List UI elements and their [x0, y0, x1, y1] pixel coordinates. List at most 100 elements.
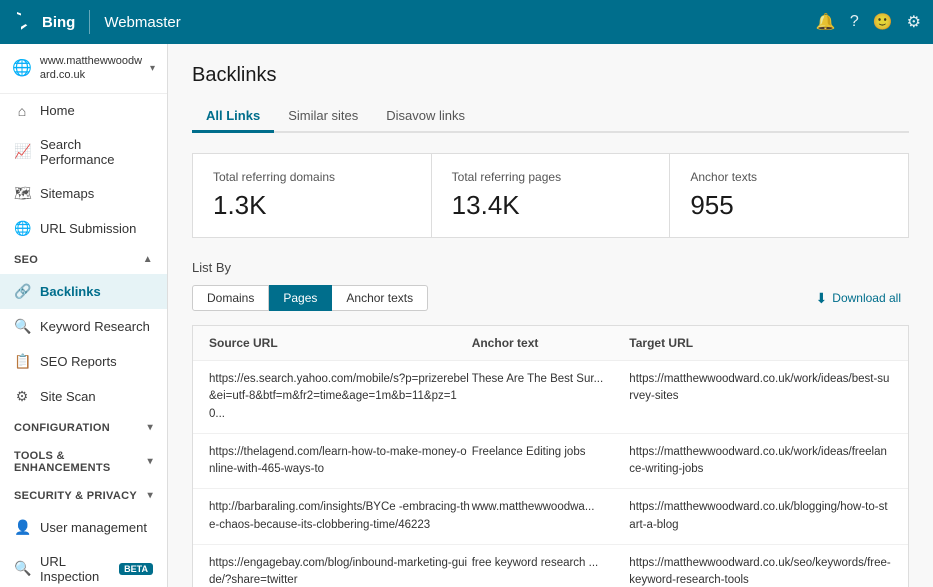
td-anchor-text-2: www.matthewwoodwa...: [472, 499, 630, 516]
tab-similar-sites[interactable]: Similar sites: [274, 101, 372, 133]
url-inspection-icon: 🔍: [14, 560, 30, 577]
user-management-icon: 👤: [14, 519, 30, 536]
sidebar-item-url-submission-label: URL Submission: [40, 221, 136, 236]
sidebar-item-backlinks[interactable]: 🔗 Backlinks: [0, 274, 167, 309]
sidebar-item-url-submission[interactable]: 🌐 URL Submission: [0, 211, 167, 246]
seo-section-header[interactable]: SEO ▲: [0, 246, 167, 274]
seo-reports-icon: 📋: [14, 353, 30, 370]
topbar-icons: 🔔 ? 🙂 ⚙: [816, 12, 921, 32]
btn-anchor-texts[interactable]: Anchor texts: [332, 285, 428, 311]
beta-badge: BETA: [119, 563, 153, 575]
tools-chevron-icon: ▾: [148, 456, 153, 467]
sidebar-item-search-performance[interactable]: 📈 Search Performance: [0, 128, 167, 176]
th-target-url: Target URL: [629, 336, 892, 350]
sidebar-item-user-management-label: User management: [40, 520, 147, 535]
stat-referring-pages-label: Total referring pages: [452, 170, 650, 184]
bell-icon[interactable]: 🔔: [816, 12, 836, 32]
table-row: https://thelagend.com/learn-how-to-make-…: [193, 434, 908, 490]
sidebar-item-site-scan-label: Site Scan: [40, 389, 96, 404]
td-target-url-1: https://matthewwoodward.co.uk/work/ideas…: [629, 444, 892, 479]
table-header: Source URL Anchor text Target URL: [193, 326, 908, 361]
content-area: Backlinks All Links Similar sites Disavo…: [168, 44, 933, 587]
sidebar-item-sitemaps-label: Sitemaps: [40, 186, 94, 201]
backlinks-icon: 🔗: [14, 283, 30, 300]
sidebar-item-user-management[interactable]: 👤 User management: [0, 510, 167, 545]
sidebar-item-sitemaps[interactable]: 🗺 Sitemaps: [0, 176, 167, 211]
table-row: https://es.search.yahoo.com/mobile/s?p=p…: [193, 361, 908, 434]
td-anchor-text-3: free keyword research ...: [472, 555, 630, 572]
td-anchor-text-1: Freelance Editing jobs: [472, 444, 630, 461]
download-all-button[interactable]: ⬇ Download all: [808, 286, 909, 311]
th-source-url: Source URL: [209, 336, 472, 350]
list-by-label: List By: [192, 260, 909, 275]
security-chevron-icon: ▾: [148, 490, 153, 501]
stat-referring-domains: Total referring domains 1.3K: [193, 154, 432, 237]
sidebar-item-backlinks-label: Backlinks: [40, 284, 101, 299]
smiley-icon[interactable]: 🙂: [873, 12, 893, 32]
list-controls: Domains Pages Anchor texts ⬇ Download al…: [192, 285, 909, 311]
tab-all-links[interactable]: All Links: [192, 101, 274, 133]
globe-icon: 🌐: [12, 58, 32, 78]
stat-referring-domains-label: Total referring domains: [213, 170, 411, 184]
search-performance-icon: 📈: [14, 143, 30, 160]
site-url: www.matthewwoodw ard.co.uk: [40, 54, 142, 83]
sidebar-item-url-inspection-label: URL Inspection: [40, 554, 105, 584]
tab-disavow-links[interactable]: Disavow links: [372, 101, 479, 133]
site-scan-icon: ⚙: [14, 388, 30, 405]
page-title: Backlinks: [192, 64, 909, 87]
sidebar-item-home[interactable]: ⌂ Home: [0, 94, 167, 128]
download-icon: ⬇: [816, 290, 828, 307]
td-source-url-0: https://es.search.yahoo.com/mobile/s?p=p…: [209, 371, 472, 423]
sidebar-item-site-scan[interactable]: ⚙ Site Scan: [0, 379, 167, 414]
sidebar-item-keyword-research-label: Keyword Research: [40, 319, 150, 334]
security-section-header[interactable]: Security & Privacy ▾: [0, 482, 167, 510]
sidebar-item-seo-reports-label: SEO Reports: [40, 354, 117, 369]
configuration-section-header[interactable]: Configuration ▾: [0, 414, 167, 442]
table-row: http://barbaraling.com/insights/BYCe -em…: [193, 489, 908, 545]
sidebar-item-home-label: Home: [40, 103, 75, 118]
bing-icon: [12, 10, 36, 34]
seo-chevron-icon: ▲: [143, 254, 153, 265]
settings-icon[interactable]: ⚙: [907, 12, 921, 32]
td-target-url-3: https://matthewwoodward.co.uk/seo/keywor…: [629, 555, 892, 587]
td-source-url-1: https://thelagend.com/learn-how-to-make-…: [209, 444, 472, 479]
config-chevron-icon: ▾: [148, 422, 153, 433]
sidebar: 🌐 www.matthewwoodw ard.co.uk ▾ ⌂ Home 📈 …: [0, 44, 168, 587]
home-icon: ⌂: [14, 103, 30, 119]
bing-logo-text: Bing: [42, 14, 75, 31]
site-selector[interactable]: 🌐 www.matthewwoodw ard.co.uk ▾: [0, 44, 167, 94]
stat-anchor-texts: Anchor texts 955: [670, 154, 908, 237]
td-target-url-0: https://matthewwoodward.co.uk/work/ideas…: [629, 371, 892, 406]
topbar-logo: Bing: [12, 10, 75, 34]
sidebar-item-search-performance-label: Search Performance: [40, 137, 153, 167]
td-anchor-text-0: These Are The Best Sur...: [472, 371, 630, 388]
help-icon[interactable]: ?: [850, 13, 859, 31]
tools-section-header[interactable]: Tools & Enhancements ▾: [0, 442, 167, 482]
topbar-divider: [89, 10, 90, 34]
keyword-research-icon: 🔍: [14, 318, 30, 335]
stat-referring-pages: Total referring pages 13.4K: [432, 154, 671, 237]
stat-referring-domains-value: 1.3K: [213, 190, 411, 221]
tabs-row: All Links Similar sites Disavow links: [192, 101, 909, 133]
url-submission-icon: 🌐: [14, 220, 30, 237]
list-by-buttons: Domains Pages Anchor texts: [192, 285, 428, 311]
btn-pages[interactable]: Pages: [269, 285, 332, 311]
main-layout: 🌐 www.matthewwoodw ard.co.uk ▾ ⌂ Home 📈 …: [0, 44, 933, 587]
stat-referring-pages-value: 13.4K: [452, 190, 650, 221]
btn-domains[interactable]: Domains: [192, 285, 269, 311]
sidebar-item-seo-reports[interactable]: 📋 SEO Reports: [0, 344, 167, 379]
td-source-url-3: https://engagebay.com/blog/inbound-marke…: [209, 555, 472, 587]
table-row: https://engagebay.com/blog/inbound-marke…: [193, 545, 908, 587]
stat-anchor-texts-value: 955: [690, 190, 888, 221]
chevron-down-icon: ▾: [150, 63, 155, 74]
stats-row: Total referring domains 1.3K Total refer…: [192, 153, 909, 238]
topbar: Bing Webmaster 🔔 ? 🙂 ⚙: [0, 0, 933, 44]
th-anchor-text: Anchor text: [472, 336, 630, 350]
sidebar-item-keyword-research[interactable]: 🔍 Keyword Research: [0, 309, 167, 344]
td-target-url-2: https://matthewwoodward.co.uk/blogging/h…: [629, 499, 892, 534]
sitemaps-icon: 🗺: [14, 185, 30, 202]
stat-anchor-texts-label: Anchor texts: [690, 170, 888, 184]
td-source-url-2: http://barbaraling.com/insights/BYCe -em…: [209, 499, 472, 534]
sidebar-item-url-inspection[interactable]: 🔍 URL Inspection BETA: [0, 545, 167, 587]
topbar-title: Webmaster: [104, 14, 180, 31]
